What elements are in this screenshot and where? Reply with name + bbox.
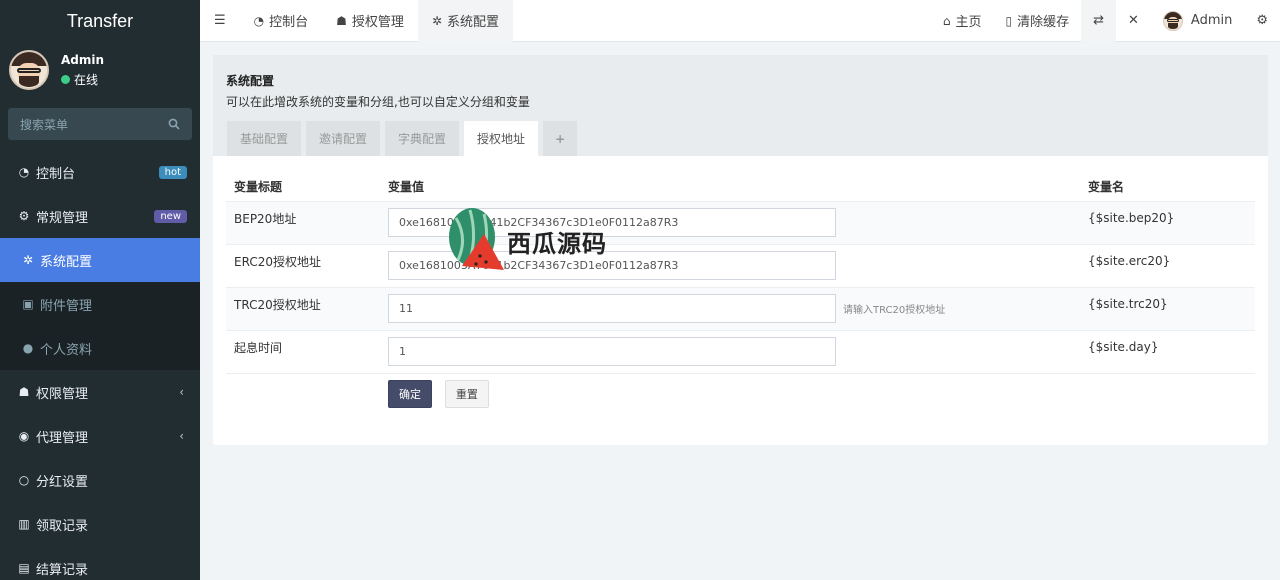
row-varname: {$site.bep20} bbox=[1080, 201, 1255, 245]
tab-invite-config[interactable]: 邀请配置 bbox=[306, 121, 381, 156]
dashboard-icon: ◔ bbox=[18, 165, 30, 179]
cogs-icon: ⚙ bbox=[18, 209, 30, 223]
interest-start-input[interactable]: 1 bbox=[388, 337, 836, 366]
column-header-title: 变量标题 bbox=[226, 172, 380, 202]
circle-icon: ○ bbox=[18, 473, 30, 487]
general-submenu: ✲ 系统配置 ▣ 附件管理 ● 个人资料 bbox=[0, 238, 200, 370]
new-badge: new bbox=[154, 209, 187, 223]
row-title: TRC20授权地址 bbox=[226, 287, 380, 331]
row-title: ERC20授权地址 bbox=[226, 244, 380, 288]
add-tab-button[interactable]: + bbox=[543, 121, 578, 156]
bank-icon: ▥ bbox=[18, 517, 30, 531]
calculator-icon: ▤ bbox=[18, 561, 30, 575]
fullscreen-button[interactable]: ✕ bbox=[1116, 0, 1151, 42]
column-header-value: 变量值 bbox=[380, 172, 1080, 202]
panel-description: 可以在此增改系统的变量和分组,也可以自定义分组和变量 bbox=[226, 95, 530, 109]
tab-basic-config[interactable]: 基础配置 bbox=[227, 121, 302, 156]
table-row: 起息时间 1 {$site.day} bbox=[226, 330, 1255, 374]
sidebar-item-attachments[interactable]: ▣ 附件管理 bbox=[0, 282, 200, 326]
table-row: BEP20地址 0xe1681003A7041b2CF34367c3D1e0F0… bbox=[226, 201, 1255, 245]
user-circle-icon: ◉ bbox=[18, 429, 30, 443]
row-varname: {$site.trc20} bbox=[1080, 287, 1255, 331]
chevron-left-icon: ‹ bbox=[179, 429, 184, 443]
dashboard-icon: ◔ bbox=[253, 13, 265, 28]
chevron-left-icon: ‹ bbox=[179, 385, 184, 399]
avatar bbox=[1162, 10, 1183, 31]
row-title: 起息时间 bbox=[226, 330, 380, 374]
home-link[interactable]: ⌂ 主页 bbox=[931, 0, 994, 42]
row-varname: {$site.erc20} bbox=[1080, 244, 1255, 288]
watermark: 西瓜源码 bbox=[448, 204, 608, 274]
sidebar-item-dashboard[interactable]: ◔ 控制台 hot bbox=[0, 150, 200, 194]
language-button[interactable]: ⇄ bbox=[1081, 0, 1116, 42]
user-icon: ● bbox=[22, 341, 34, 355]
online-dot-icon bbox=[61, 74, 70, 84]
gear-icon: ✲ bbox=[22, 253, 34, 267]
users-icon: ☗ bbox=[336, 13, 347, 28]
app-logo[interactable]: Transfer bbox=[0, 0, 200, 42]
cogs-icon: ⚙ bbox=[1256, 13, 1268, 28]
sidebar-item-permissions[interactable]: ☗ 权限管理 ‹ bbox=[0, 370, 200, 414]
row-title: BEP20地址 bbox=[226, 201, 380, 245]
reset-button[interactable]: 重置 bbox=[444, 380, 489, 409]
user-name: Admin bbox=[61, 52, 105, 67]
sidebar-item-settlements[interactable]: ▤ 结算记录 bbox=[0, 546, 200, 580]
user-menu[interactable]: Admin bbox=[1151, 0, 1244, 42]
settings-button[interactable]: ⚙ bbox=[1244, 0, 1280, 42]
config-table: 变量标题 变量值 变量名 BEP20地址 0xe1681003A7041b2CF… bbox=[226, 172, 1255, 415]
clear-cache-button[interactable]: ▯ 清除缓存 bbox=[993, 0, 1081, 42]
tab-auth-address[interactable]: 授权地址 bbox=[464, 121, 539, 156]
menu-search-input[interactable]: 搜索菜单 bbox=[8, 108, 192, 140]
tab-auth-management[interactable]: ☗ 授权管理 bbox=[322, 0, 418, 42]
tab-dictionary-config[interactable]: 字典配置 bbox=[385, 121, 460, 156]
expand-icon: ✕ bbox=[1128, 13, 1139, 28]
config-tabs: 基础配置 邀请配置 字典配置 授权地址 + bbox=[227, 121, 582, 156]
sidebar-toggle-button[interactable]: ☰ bbox=[200, 0, 240, 42]
search-icon[interactable] bbox=[168, 118, 180, 130]
trc20-address-input[interactable]: 11 bbox=[388, 294, 836, 323]
language-icon: ⇄ bbox=[1093, 13, 1104, 28]
watermark-text: 西瓜源码 bbox=[507, 230, 607, 258]
trash-icon: ▯ bbox=[1005, 13, 1013, 28]
table-row: ERC20授权地址 0xe1681003A7041b2CF34367c3D1e0… bbox=[226, 244, 1255, 288]
input-hint: 请输入TRC20授权地址 bbox=[843, 305, 946, 316]
top-navbar: ☰ ◔ 控制台 ☗ 授权管理 ✲ 系统配置 ⌂ 主页 ▯ 清除缓存 ⇄ ✕ Ad… bbox=[200, 0, 1280, 42]
form-actions: 确定 重置 bbox=[226, 373, 1255, 415]
user-panel: Admin 在线 bbox=[0, 42, 200, 98]
panel-title: 系统配置 bbox=[226, 74, 275, 88]
table-row: TRC20授权地址 11 请输入TRC20授权地址 {$site.trc20} bbox=[226, 287, 1255, 331]
config-panel: 系统配置 可以在此增改系统的变量和分组,也可以自定义分组和变量 基础配置 邀请配… bbox=[213, 55, 1268, 445]
users-icon: ☗ bbox=[18, 385, 30, 399]
row-varname: {$site.day} bbox=[1080, 330, 1255, 374]
home-icon: ⌂ bbox=[942, 13, 951, 28]
sidebar: Transfer Admin 在线 搜索菜单 ◔ 控制台 hot ⚙ 常规管理 … bbox=[0, 0, 200, 580]
image-icon: ▣ bbox=[22, 297, 34, 311]
tab-system-config[interactable]: ✲ 系统配置 bbox=[417, 0, 514, 42]
panel-header: 系统配置 可以在此增改系统的变量和分组,也可以自定义分组和变量 基础配置 邀请配… bbox=[213, 55, 1268, 156]
sidebar-item-agents[interactable]: ◉ 代理管理 ‹ bbox=[0, 414, 200, 458]
tab-dashboard[interactable]: ◔ 控制台 bbox=[240, 0, 323, 42]
column-header-varname: 变量名 bbox=[1080, 172, 1255, 202]
sidebar-item-general[interactable]: ⚙ 常规管理 new bbox=[0, 194, 200, 238]
submit-button[interactable]: 确定 bbox=[388, 380, 432, 409]
user-status: 在线 bbox=[61, 71, 104, 88]
hot-badge: hot bbox=[158, 165, 187, 179]
menu-icon: ☰ bbox=[214, 13, 226, 28]
sidebar-item-claims[interactable]: ▥ 领取记录 bbox=[0, 502, 200, 546]
watermelon-logo-icon bbox=[449, 208, 504, 270]
sidebar-item-dividends[interactable]: ○ 分红设置 bbox=[0, 458, 200, 502]
sidebar-item-system-config[interactable]: ✲ 系统配置 bbox=[0, 238, 200, 282]
gear-icon: ✲ bbox=[431, 13, 442, 28]
avatar bbox=[9, 50, 49, 90]
sidebar-item-profile[interactable]: ● 个人资料 bbox=[0, 326, 200, 370]
